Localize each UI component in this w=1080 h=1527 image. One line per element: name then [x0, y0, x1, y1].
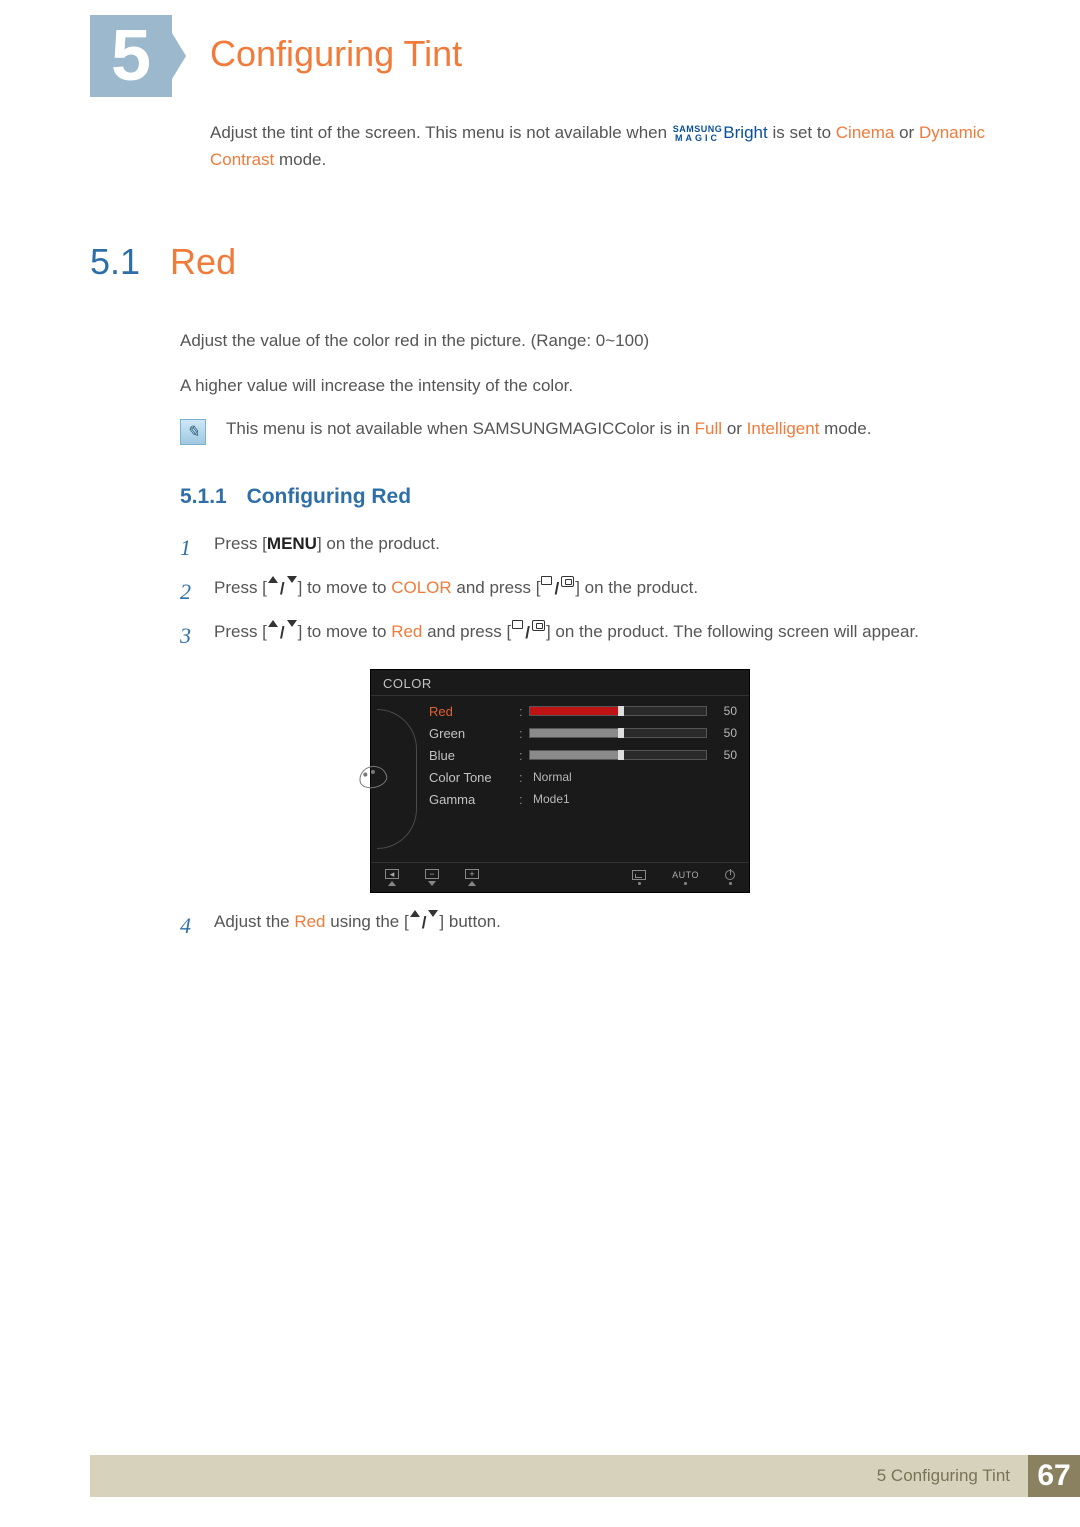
- osd-row-blue: Blue : 50: [429, 744, 739, 766]
- red-menu-name: Red: [391, 622, 422, 641]
- color-word: Color: [614, 419, 655, 438]
- up-down-button-icon: /: [410, 910, 439, 936]
- step-text: Adjust the: [214, 912, 294, 931]
- note-mid: is in: [660, 419, 695, 438]
- step-text: and press [: [422, 622, 511, 641]
- intro-paragraph: Adjust the tint of the screen. This menu…: [210, 119, 990, 173]
- page-number: 67: [1028, 1455, 1080, 1497]
- step-number: 1: [180, 531, 196, 565]
- osd-slider: [529, 706, 707, 716]
- bright-word: Bright: [723, 123, 767, 142]
- intro-text: mode.: [279, 150, 326, 169]
- menu-button-label: MENU: [267, 534, 317, 553]
- step-number: 2: [180, 575, 196, 609]
- osd-row-green: Green : 50: [429, 722, 739, 744]
- step-4: 4 Adjust the Red using the [/] button.: [180, 909, 990, 943]
- step-text: ] on the product. The following screen w…: [546, 622, 919, 641]
- note-text: This menu is not available when SAMSUNGM…: [226, 419, 871, 439]
- step-1: 1 Press [MENU] on the product.: [180, 531, 990, 565]
- note-icon: ✎: [180, 419, 206, 445]
- osd-row-gamma: Gamma : Mode1: [429, 788, 739, 810]
- full-word: Full: [695, 419, 722, 438]
- body-p2: A higher value will increase the intensi…: [180, 373, 990, 399]
- step-text: Press [: [214, 578, 267, 597]
- osd-text-value: Normal: [529, 770, 707, 784]
- osd-text-value: Mode1: [529, 792, 707, 806]
- note-end: mode.: [824, 419, 871, 438]
- step-2: 2 Press [/] to move to COLOR and press […: [180, 575, 990, 609]
- samsung-magic-icon: SAMSUNGMAGIC: [673, 125, 723, 141]
- osd-minus-icon: −: [425, 869, 439, 886]
- section-number: 5.1: [90, 241, 140, 283]
- osd-value: 50: [707, 748, 739, 762]
- cinema-word: Cinema: [836, 123, 895, 142]
- osd-label: Blue: [429, 748, 519, 763]
- osd-label: Red: [429, 704, 519, 719]
- palette-icon: [357, 764, 389, 791]
- samsung-magic-icon: SAMSUNGMAGIC: [473, 419, 615, 438]
- osd-slider: [529, 750, 707, 760]
- osd-label: Green: [429, 726, 519, 741]
- intro-text: or: [899, 123, 919, 142]
- step-number: 4: [180, 909, 196, 943]
- enter-source-button-icon: /: [512, 620, 545, 646]
- subhead-title: Configuring Red: [247, 485, 411, 508]
- osd-enter-icon: [632, 870, 646, 885]
- intro-text: is set to: [772, 123, 835, 142]
- color-menu-name: COLOR: [391, 578, 451, 597]
- step-text: ] to move to: [298, 578, 392, 597]
- osd-screenshot: COLOR Red : 50 Green :: [370, 669, 750, 893]
- chapter-badge: 5: [90, 15, 172, 97]
- step-text: Press [: [214, 534, 267, 553]
- subhead-number: 5.1.1: [180, 485, 227, 508]
- step-text: using the [: [326, 912, 409, 931]
- enter-source-button-icon: /: [541, 576, 574, 602]
- red-word: Red: [294, 912, 325, 931]
- footer-chapter-label: 5 Configuring Tint: [859, 1455, 1028, 1497]
- chapter-title: Configuring Tint: [210, 33, 462, 75]
- osd-label: Gamma: [429, 792, 519, 807]
- note-pre: This menu is not available when: [226, 419, 473, 438]
- osd-label: Color Tone: [429, 770, 519, 785]
- osd-row-color-tone: Color Tone : Normal: [429, 766, 739, 788]
- body-p1: Adjust the value of the color red in the…: [180, 328, 990, 354]
- step-text: Press [: [214, 622, 267, 641]
- intro-text: Adjust the tint of the screen. This menu…: [210, 123, 672, 142]
- osd-slider: [529, 728, 707, 738]
- osd-auto-icon: AUTO: [672, 870, 699, 885]
- step-text: ] to move to: [298, 622, 392, 641]
- step-text: ] button.: [439, 912, 500, 931]
- osd-category-arc: [377, 709, 417, 849]
- section-title: Red: [170, 241, 236, 283]
- osd-plus-icon: +: [465, 869, 479, 886]
- up-down-button-icon: /: [268, 620, 297, 646]
- intelligent-word: Intelligent: [747, 419, 820, 438]
- osd-value: 50: [707, 726, 739, 740]
- osd-title: COLOR: [371, 670, 749, 696]
- osd-footer: ◂ − + AUTO: [371, 862, 749, 892]
- osd-value: 50: [707, 704, 739, 718]
- page-footer: 5 Configuring Tint 67: [90, 1455, 1080, 1497]
- step-text: ] on the product.: [317, 534, 440, 553]
- osd-back-icon: ◂: [385, 869, 399, 886]
- note-or: or: [727, 419, 747, 438]
- step-text: ] on the product.: [575, 578, 698, 597]
- step-3: 3 Press [/] to move to Red and press [/]…: [180, 619, 990, 653]
- step-text: and press [: [452, 578, 541, 597]
- osd-row-red: Red : 50: [429, 700, 739, 722]
- up-down-button-icon: /: [268, 576, 297, 602]
- step-number: 3: [180, 619, 196, 653]
- osd-power-icon: [725, 870, 735, 885]
